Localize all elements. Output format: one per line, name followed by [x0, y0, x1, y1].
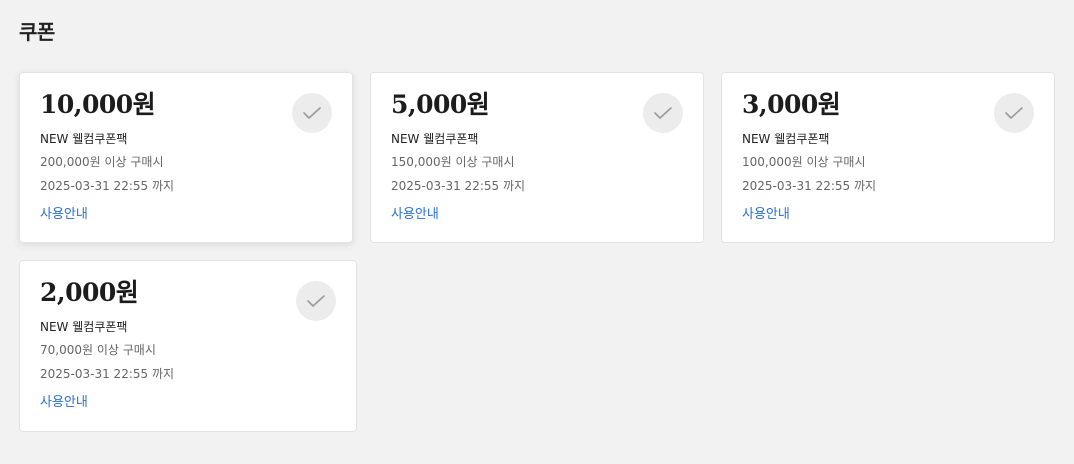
- check-icon: [307, 295, 325, 307]
- coupon-amount: 5,000원: [391, 90, 490, 119]
- coupon-card: 2,000원 NEW 웰컴쿠폰팩 70,000원 이상 구매시 2025-03-…: [19, 260, 357, 432]
- select-coupon-button[interactable]: [292, 93, 332, 133]
- coupon-card: 5,000원 NEW 웰컴쿠폰팩 150,000원 이상 구매시 2025-03…: [370, 72, 704, 243]
- coupon-amount: 10,000원: [40, 90, 156, 119]
- usage-guide-link[interactable]: 사용안내: [40, 206, 88, 224]
- usage-guide-link[interactable]: 사용안내: [40, 394, 88, 412]
- check-icon: [654, 107, 672, 119]
- coupon-amount: 2,000원: [40, 278, 139, 307]
- coupon-condition: 100,000원 이상 구매시: [742, 155, 866, 169]
- coupon-condition: 70,000원 이상 구매시: [40, 343, 156, 357]
- select-coupon-button[interactable]: [643, 93, 683, 133]
- usage-guide-link[interactable]: 사용안내: [391, 206, 439, 224]
- select-coupon-button[interactable]: [994, 93, 1034, 133]
- coupon-name: NEW 웰컴쿠폰팩: [391, 132, 479, 146]
- check-icon: [1005, 107, 1023, 119]
- coupon-condition: 200,000원 이상 구매시: [40, 155, 164, 169]
- coupon-expiry: 2025-03-31 22:55 까지: [40, 179, 175, 193]
- coupon-name: NEW 웰컴쿠폰팩: [40, 320, 128, 334]
- coupon-name: NEW 웰컴쿠폰팩: [742, 132, 830, 146]
- coupon-expiry: 2025-03-31 22:55 까지: [40, 367, 175, 381]
- coupon-expiry: 2025-03-31 22:55 까지: [742, 179, 877, 193]
- select-coupon-button[interactable]: [296, 281, 336, 321]
- coupon-expiry: 2025-03-31 22:55 까지: [391, 179, 526, 193]
- coupon-amount: 3,000원: [742, 90, 841, 119]
- coupon-card: 3,000원 NEW 웰컴쿠폰팩 100,000원 이상 구매시 2025-03…: [721, 72, 1055, 243]
- page-title: 쿠폰: [19, 20, 55, 44]
- check-icon: [303, 107, 321, 119]
- usage-guide-link[interactable]: 사용안내: [742, 206, 790, 224]
- coupon-card: 10,000원 NEW 웰컴쿠폰팩 200,000원 이상 구매시 2025-0…: [19, 72, 353, 243]
- coupon-list: 10,000원 NEW 웰컴쿠폰팩 200,000원 이상 구매시 2025-0…: [19, 72, 1055, 432]
- coupon-condition: 150,000원 이상 구매시: [391, 155, 515, 169]
- coupon-name: NEW 웰컴쿠폰팩: [40, 132, 128, 146]
